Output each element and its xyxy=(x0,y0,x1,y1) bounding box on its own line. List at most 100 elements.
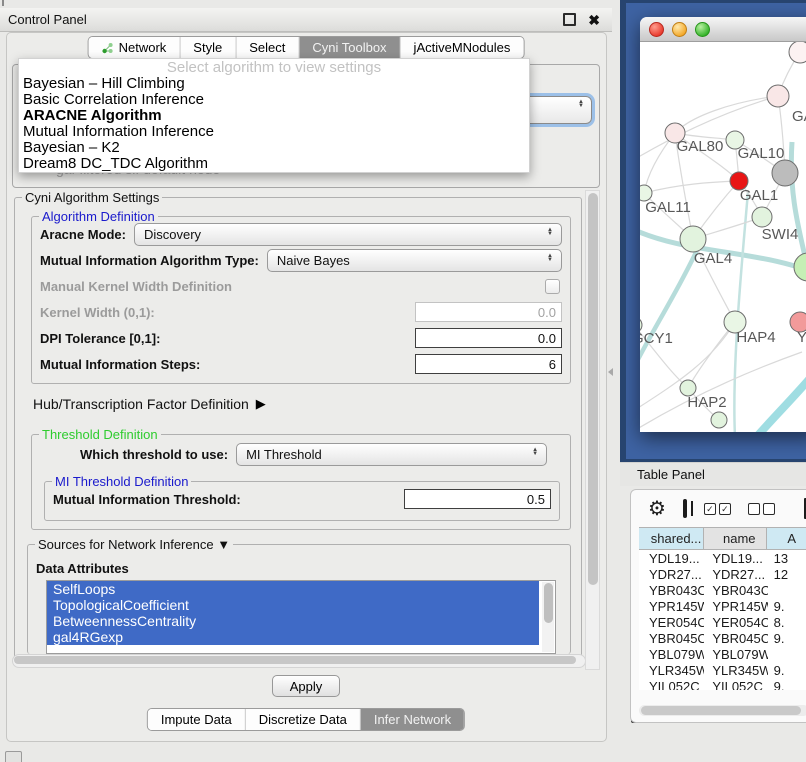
network-view-region: GALGAL80GAL10GAL1GAL11SWI4GAL4GCY1HAP4YH… xyxy=(620,0,806,462)
node-label: GCY1 xyxy=(640,330,673,347)
tab-label: Network xyxy=(119,40,167,55)
float-icon[interactable] xyxy=(563,13,576,26)
data-attributes-list[interactable]: SelfLoopsTopologicalCoefficientBetweenne… xyxy=(46,580,556,654)
network-window[interactable]: GALGAL80GAL10GAL1GAL11SWI4GAL4GCY1HAP4YH… xyxy=(640,17,806,432)
collapsed-panel-icon[interactable] xyxy=(5,751,22,762)
splitter-collapse-icon[interactable] xyxy=(608,368,613,376)
algorithm-item[interactable]: Mutual Information Inference xyxy=(19,124,529,140)
tab-infer-network[interactable]: Infer Network xyxy=(361,709,464,730)
table-panel-title: Table Panel xyxy=(620,467,705,482)
algorithm-item[interactable]: Basic Correlation Inference xyxy=(19,92,529,108)
tab-select[interactable]: Select xyxy=(236,37,299,58)
table-panel: ⚙ ✓✓ shared...nameA YDL19...YDL19...13YD… xyxy=(630,489,806,723)
network-node[interactable] xyxy=(711,412,727,428)
window-close-button[interactable] xyxy=(649,22,664,37)
attribute-item[interactable]: BetweennessCentrality xyxy=(47,613,539,629)
data-attributes-label: Data Attributes xyxy=(36,561,562,576)
cyni-settings-scroll: Cyni Algorithm Settings Algorithm Defini… xyxy=(10,188,602,670)
tab-discretize-data[interactable]: Discretize Data xyxy=(246,709,361,730)
algorithm-item[interactable]: Dream8 DC_TDC Algorithm xyxy=(19,156,529,172)
table-cell: 9. xyxy=(768,663,806,678)
settings-horizontal-scrollbar[interactable] xyxy=(12,654,586,668)
column-header[interactable]: name xyxy=(704,528,767,549)
attribute-item[interactable]: gal4RGexp xyxy=(47,629,539,645)
select-all-icon[interactable]: ✓✓ xyxy=(704,503,731,515)
attribute-item[interactable]: TopologicalCoefficient xyxy=(47,597,539,613)
tab-jactivemnodules[interactable]: jActiveMNodules xyxy=(401,37,524,58)
network-node[interactable] xyxy=(680,226,706,252)
tab-impute-data[interactable]: Impute Data xyxy=(148,709,246,730)
mi-steps-field[interactable]: 6 xyxy=(415,354,562,374)
network-labels-layer: GALGAL80GAL10GAL1GAL11SWI4GAL4GCY1HAP4YH… xyxy=(640,108,806,411)
network-node[interactable] xyxy=(789,42,806,63)
gear-icon[interactable]: ⚙ xyxy=(648,499,666,519)
column-header[interactable]: A xyxy=(767,528,806,549)
column-header[interactable]: shared... xyxy=(639,528,704,549)
table-horizontal-scrollbar[interactable] xyxy=(639,705,806,716)
table-row[interactable]: YER054CYER054C8. xyxy=(639,614,806,630)
spinner-arrows-icon: ▲▼ xyxy=(547,228,553,236)
table-cell: YBL079W xyxy=(639,647,704,662)
table-row[interactable]: YBR043CYBR043C xyxy=(639,582,806,598)
table-row[interactable]: YBR045CYBR045C9. xyxy=(639,630,806,646)
settings-vertical-scrollbar[interactable] xyxy=(585,190,600,670)
table-row[interactable]: YDR27...YDR27...12 xyxy=(639,566,806,582)
hub-section[interactable]: Hub/Transcription Factor Definition ▶ xyxy=(33,390,573,418)
algorithm-item[interactable]: Bayesian – Hill Climbing xyxy=(19,76,529,92)
tab-label: Style xyxy=(193,40,222,55)
attribute-item[interactable]: SelfLoops xyxy=(47,581,539,597)
network-canvas[interactable]: GALGAL80GAL10GAL1GAL11SWI4GAL4GCY1HAP4YH… xyxy=(640,42,806,432)
network-node[interactable] xyxy=(752,207,772,227)
table-row[interactable]: YBL079WYBL079W xyxy=(639,646,806,662)
window-zoom-button[interactable] xyxy=(695,22,710,37)
node-label: Y xyxy=(797,329,806,346)
group-title: Algorithm Definition xyxy=(39,209,158,224)
mi-type-select[interactable]: Naive Bayes ▲▼ xyxy=(267,249,562,272)
algorithm-item[interactable]: ARACNE Algorithm xyxy=(19,108,529,124)
tab-style[interactable]: Style xyxy=(180,37,236,58)
tab-label: Cyni Toolbox xyxy=(312,40,386,55)
cyni-algorithm-settings-group: Cyni Algorithm Settings Algorithm Defini… xyxy=(14,197,582,661)
mi-steps-label: Mutual Information Steps: xyxy=(40,357,200,372)
algorithm-item[interactable]: Bayesian – K2 xyxy=(19,140,529,156)
table-panel-header: Table Panel xyxy=(620,462,806,486)
tab-label: Infer Network xyxy=(374,712,451,727)
close-icon[interactable]: ✖ xyxy=(588,13,600,27)
node-table: shared...nameA YDL19...YDL19...13YDR27..… xyxy=(639,527,806,690)
collapse-down-icon[interactable]: ▼ xyxy=(217,537,230,552)
aracne-mode-select[interactable]: Discovery ▲▼ xyxy=(134,223,562,246)
group-title: Cyni Algorithm Settings xyxy=(22,190,162,205)
table-row[interactable]: YLR345WYLR345W9. xyxy=(639,662,806,678)
table-row[interactable]: YPR145WYPR145W9. xyxy=(639,598,806,614)
table-row[interactable]: YIL052CYIL052C9. xyxy=(639,678,806,690)
table-row[interactable]: YDL19...YDL19...13 xyxy=(639,550,806,566)
node-label: HAP2 xyxy=(687,394,726,411)
which-threshold-label: Which threshold to use: xyxy=(80,447,228,462)
deselect-all-icon[interactable] xyxy=(748,503,775,515)
dpi-tolerance-field[interactable]: 0.0 xyxy=(415,328,562,348)
tab-label: jActiveMNodules xyxy=(414,40,511,55)
list-vertical-scrollbar[interactable] xyxy=(542,582,554,652)
panel-title: Control Panel xyxy=(0,12,563,27)
which-threshold-select[interactable]: MI Threshold ▲▼ xyxy=(236,443,547,466)
table-cell: YDL19... xyxy=(639,551,704,566)
mi-threshold-group: MI Threshold Definition Mutual Informati… xyxy=(44,481,560,521)
manual-kernel-checkbox[interactable] xyxy=(545,279,560,294)
network-node[interactable] xyxy=(772,160,798,186)
disclosure-right-icon[interactable]: ▶ xyxy=(256,396,266,412)
tab-cyni-toolbox[interactable]: Cyni Toolbox xyxy=(299,37,400,58)
table-cell: YBR045C xyxy=(639,631,704,646)
sources-group: Sources for Network Inference ▼ Data Att… xyxy=(27,544,571,654)
window-minimize-button[interactable] xyxy=(672,22,687,37)
apply-button[interactable]: Apply xyxy=(272,675,341,697)
hub-section-label: Hub/Transcription Factor Definition xyxy=(33,396,249,412)
network-node[interactable] xyxy=(794,253,806,281)
columns-icon[interactable] xyxy=(683,499,687,518)
control-panel: Control Panel ✖ ▲▼ gal-filtered sif defa… xyxy=(0,8,612,748)
node-label: SWI4 xyxy=(762,226,799,243)
tab-network[interactable]: Network xyxy=(89,37,181,58)
table-cell: YIL052C xyxy=(704,679,767,691)
mi-threshold-field[interactable]: 0.5 xyxy=(404,489,551,509)
network-node[interactable] xyxy=(767,85,789,107)
group-title: Sources for Network Inference ▼ xyxy=(35,537,233,552)
